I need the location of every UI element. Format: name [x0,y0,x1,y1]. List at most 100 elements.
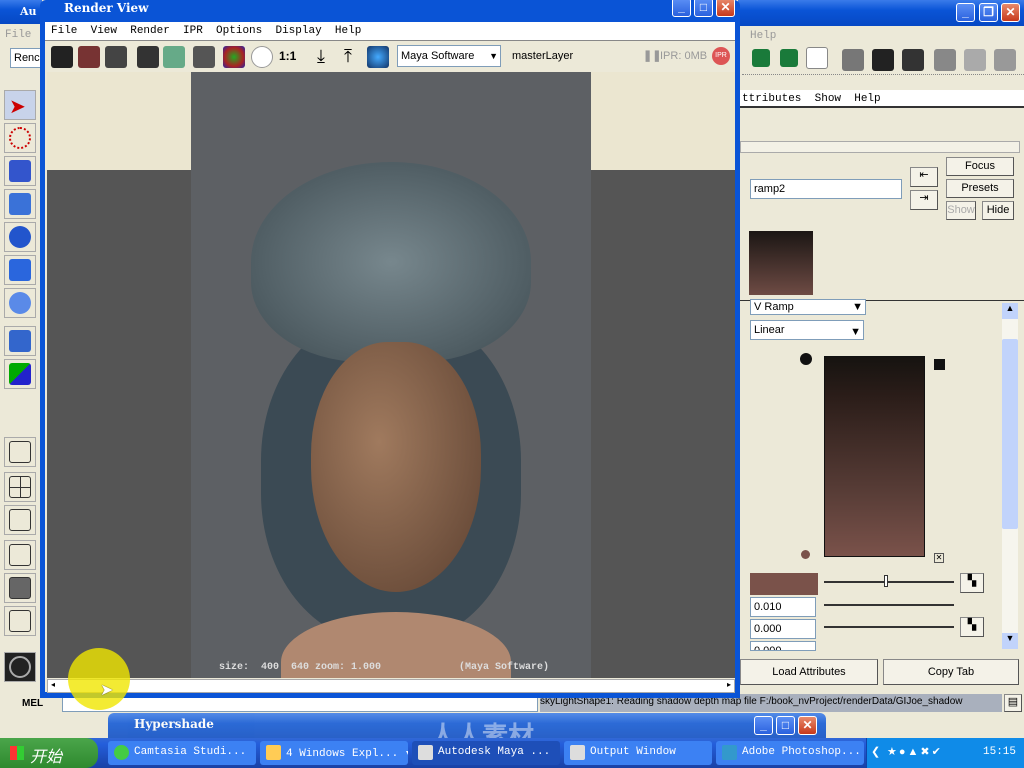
input-connections-icon[interactable] [752,49,770,67]
task-camtasia[interactable]: Camtasia Studi... [108,741,256,765]
menu-display[interactable]: Display [275,25,321,37]
map-button-2[interactable]: ▚ [960,617,984,637]
attribute-icon[interactable] [994,49,1016,71]
render-settings-icon[interactable] [934,49,956,71]
map-button[interactable]: ▚ [960,573,984,593]
hs-maximize-button[interactable]: □ [776,716,795,735]
rgb-channels-icon[interactable] [223,46,245,68]
lasso-tool[interactable] [4,123,36,153]
pause-ipr-icon[interactable]: ❚❚ [643,49,661,62]
hypershade-icon[interactable] [964,49,986,71]
interpolation-dropdown[interactable]: Linear ▼ [750,320,864,340]
show-button[interactable]: Show [946,201,976,220]
horizontal-scrollbar[interactable]: ◂ ▸ [47,679,735,693]
render-region-icon[interactable] [842,49,864,71]
node-name-field[interactable] [750,179,902,199]
renderer-dropdown[interactable]: Maya Software ▼ [397,45,501,67]
render-icon[interactable] [872,49,894,71]
maya-menu-file[interactable]: File [5,29,31,41]
noise-freq-field[interactable]: 0.000 [750,619,816,639]
menu-view[interactable]: View [91,25,117,37]
soft-mod-tool[interactable] [4,326,36,356]
ipr-refresh-icon[interactable] [163,46,185,68]
selected-position-slider[interactable] [824,575,954,587]
noise-field[interactable]: 0.010 [750,597,816,617]
minimize-button[interactable]: _ [956,3,975,22]
paint-select-tool[interactable] [4,156,36,186]
ramp-handle-bottom[interactable] [801,550,810,559]
layout-graph[interactable] [4,540,36,570]
restore-button[interactable]: ❐ [979,3,998,22]
task-maya[interactable]: Autodesk Maya ... [412,741,560,765]
remove-image-icon[interactable]: ⤒ [337,46,359,68]
hide-button[interactable]: Hide [982,201,1014,220]
scroll-down-icon[interactable]: ▼ [1002,633,1018,649]
ipr-stop-icon[interactable]: IPR [712,47,730,65]
hs-minimize-button[interactable]: _ [754,716,773,735]
menu-options[interactable]: Options [216,25,262,37]
alpha-channel-icon[interactable] [251,46,273,68]
scroll-left-icon[interactable]: ◂ [51,680,55,689]
move-tool[interactable] [4,189,36,219]
render-info-icon[interactable] [367,46,389,68]
noise-freq-slider[interactable] [824,626,954,628]
layout-outliner[interactable] [4,505,36,535]
scroll-right-icon[interactable]: ▸ [727,680,731,689]
rv-maximize-button[interactable]: □ [694,0,713,17]
menu-help[interactable]: Help [854,93,880,105]
hue-noise-field[interactable]: 0.000 [750,641,816,651]
ramp-delete-top[interactable] [934,359,945,370]
real-size-button[interactable]: 1:1 [279,49,296,63]
scale-tool[interactable] [4,255,36,285]
menu-help[interactable]: Help [335,25,361,37]
input-node-button[interactable]: ⇤ [910,167,938,187]
menu-file[interactable]: File [51,25,77,37]
layout-graph-editor[interactable] [4,606,36,636]
task-explorer[interactable]: 4 Windows Expl... ▾ [260,741,408,765]
ipr-render-icon[interactable] [902,49,924,71]
copy-tab-button[interactable]: Copy Tab [883,659,1019,685]
close-button[interactable]: ✕ [1001,3,1020,22]
maya-menu-help[interactable]: Help [750,30,776,42]
select-tool[interactable]: ➤ [4,90,36,120]
selected-color-swatch[interactable] [750,573,818,595]
start-button[interactable]: 开始 [0,738,98,768]
layout-four[interactable] [4,472,36,502]
redo-render-icon[interactable] [51,46,73,68]
output-connections-icon[interactable] [780,49,798,67]
keep-image-icon[interactable]: ⤓ [310,46,332,68]
scroll-thumb[interactable] [1002,339,1018,529]
script-editor-button[interactable]: ▤ [1004,694,1022,712]
output-node-button[interactable]: ⇥ [910,190,938,210]
focus-button[interactable]: Focus [946,157,1014,176]
menu-show[interactable]: Show [815,93,841,105]
scroll-up-icon[interactable]: ▲ [1002,303,1018,319]
task-photoshop[interactable]: Adobe Photoshop... [716,741,864,765]
snapshot-camera-icon[interactable] [105,46,127,68]
history-icon[interactable] [806,47,828,69]
hs-close-button[interactable]: ✕ [798,716,817,735]
tab-strip[interactable] [740,141,1020,153]
maya-logo-button[interactable] [4,652,36,682]
ramp-gradient[interactable] [824,356,925,557]
tray-icons[interactable]: ★●▲✖✔ [887,745,943,758]
task-output-window[interactable]: Output Window [564,741,712,765]
ramp-handle-top[interactable] [800,353,812,365]
rotate-tool[interactable] [4,222,36,252]
tray-expand-icon[interactable]: ❮ [871,745,880,758]
presets-button[interactable]: Presets [946,179,1014,198]
universal-tool[interactable] [4,288,36,318]
vertical-scrollbar[interactable]: ▲ ▼ [1002,303,1018,649]
menu-set-dropdown[interactable]: Renc [10,48,42,68]
ramp-delete-bottom-icon[interactable]: ✕ [934,553,944,563]
rv-minimize-button[interactable]: _ [672,0,691,17]
menu-ipr[interactable]: IPR [183,25,203,37]
menu-attributes[interactable]: ttributes [742,93,801,105]
render-settings-icon[interactable] [193,46,215,68]
render-region-icon[interactable] [78,46,100,68]
ipr-render-icon[interactable] [137,46,159,68]
ramp-type-dropdown[interactable]: V Ramp ▼ [750,299,866,315]
load-attributes-button[interactable]: Load Attributes [740,659,878,685]
menu-render[interactable]: Render [130,25,170,37]
layout-hypershade[interactable] [4,573,36,603]
